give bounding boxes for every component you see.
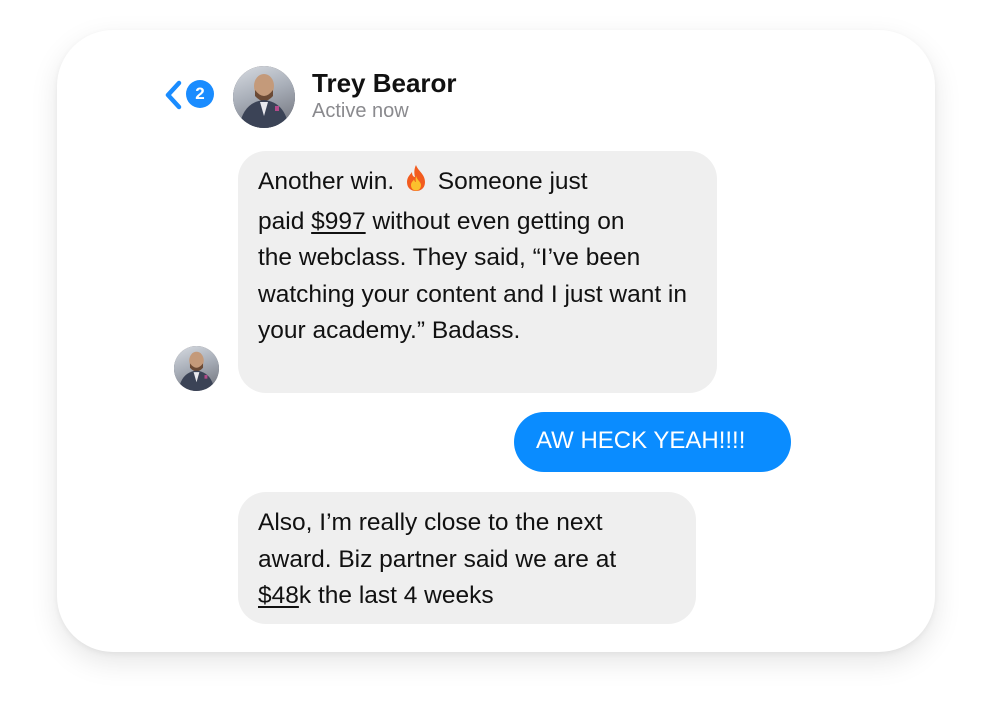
message-text: Another win. Someone just paid $997 witho…: [258, 164, 697, 350]
message-bubble-incoming[interactable]: Also, I’m really close to the next award…: [238, 492, 696, 624]
fire-emoji-icon: [403, 164, 429, 204]
sender-avatar[interactable]: [174, 346, 219, 391]
back-button[interactable]: 2: [164, 78, 226, 112]
avatar[interactable]: [233, 66, 295, 128]
chat-card: 2 Trey Bearor Active now Another win. So…: [57, 30, 935, 652]
contact-status: Active now: [312, 100, 409, 122]
chevron-left-icon: [165, 80, 182, 110]
message-text: Also, I’m really close to the next award…: [258, 509, 617, 609]
contact-name: Trey Bearor: [312, 68, 457, 98]
chat-header: 2 Trey Bearor Active now: [57, 30, 935, 140]
amount-link[interactable]: $48: [258, 582, 299, 609]
message-text: AW HECK YEAH!!!!: [536, 427, 746, 454]
unread-count-badge: 2: [186, 80, 214, 108]
amount-link[interactable]: $997: [311, 208, 366, 235]
message-bubble-outgoing[interactable]: AW HECK YEAH!!!!: [514, 412, 791, 472]
message-bubble-incoming[interactable]: Another win. Someone just paid $997 witho…: [238, 151, 717, 393]
